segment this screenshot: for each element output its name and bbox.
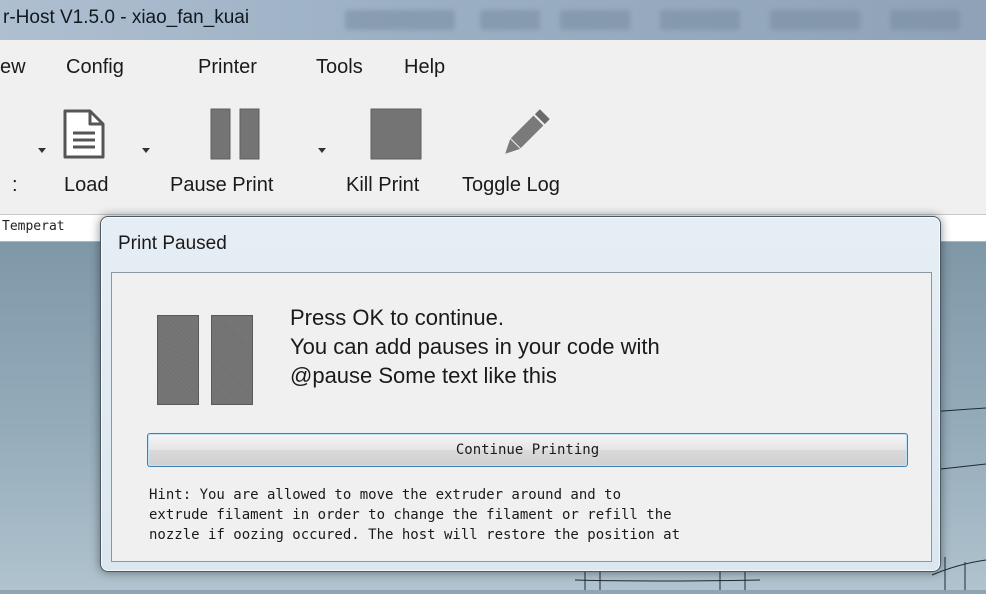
hint-text: Hint: You are allowed to move the extrud…: [149, 487, 681, 543]
title-bar-blur: [480, 10, 540, 30]
title-bar-blur: [770, 10, 860, 30]
menu-bar: ew Config Printer Tools Help: [0, 40, 986, 92]
menu-item-view[interactable]: ew: [0, 56, 26, 79]
toolbar-kill-label[interactable]: Kill Print: [346, 174, 419, 197]
dialog-title: Print Paused: [118, 233, 227, 254]
pencil-icon: [505, 109, 550, 154]
toolbar-kill-button[interactable]: [370, 108, 422, 164]
pause-icon: [211, 315, 253, 405]
continue-printing-button[interactable]: Continue Printing: [147, 433, 908, 467]
title-bar-blur: [345, 10, 455, 30]
dialog-body: Press OK to continue. You can add pauses…: [111, 272, 932, 562]
dropdown-arrow-icon[interactable]: [318, 148, 326, 153]
document-icon: [63, 109, 105, 159]
toolbar-toggle-log-label[interactable]: Toggle Log: [462, 174, 560, 197]
stop-icon: [370, 108, 422, 160]
menu-item-config[interactable]: Config: [66, 56, 124, 79]
dialog-message-line: Press OK to continue.: [290, 305, 504, 330]
menu-item-printer[interactable]: Printer: [198, 56, 257, 79]
toolbar-load-button[interactable]: [62, 108, 106, 164]
window-title: r-Host V1.5.0 - xiao_fan_kuai: [3, 7, 250, 28]
dialog-message-line: @pause Some text like this: [290, 363, 557, 388]
toolbar-pause-button[interactable]: [210, 108, 260, 164]
title-bar-blur: [660, 10, 740, 30]
pause-icon: [210, 108, 260, 160]
dropdown-arrow-icon[interactable]: [142, 148, 150, 153]
toolbar-pause-label[interactable]: Pause Print: [170, 174, 273, 197]
tab-temperature[interactable]: Temperat: [2, 219, 65, 234]
pause-icon: [157, 315, 199, 405]
title-bar: r-Host V1.5.0 - xiao_fan_kuai: [0, 0, 986, 40]
menu-item-tools[interactable]: Tools: [316, 56, 363, 79]
dialog-message-line: You can add pauses in your code with: [290, 334, 660, 359]
dropdown-arrow-icon[interactable]: [38, 148, 46, 153]
toolbar-partial-label: :: [12, 174, 18, 196]
title-bar-blur: [560, 10, 630, 30]
toolbar-load-label[interactable]: Load: [64, 174, 109, 197]
print-paused-dialog: Print Paused Press OK to continue. You c…: [100, 216, 941, 572]
toolbar: : Load Pause Print Kill Print Toggle Log: [0, 92, 986, 215]
menu-item-help[interactable]: Help: [404, 56, 445, 79]
title-bar-blur: [890, 10, 960, 30]
toolbar-toggle-log-button[interactable]: [500, 106, 550, 166]
